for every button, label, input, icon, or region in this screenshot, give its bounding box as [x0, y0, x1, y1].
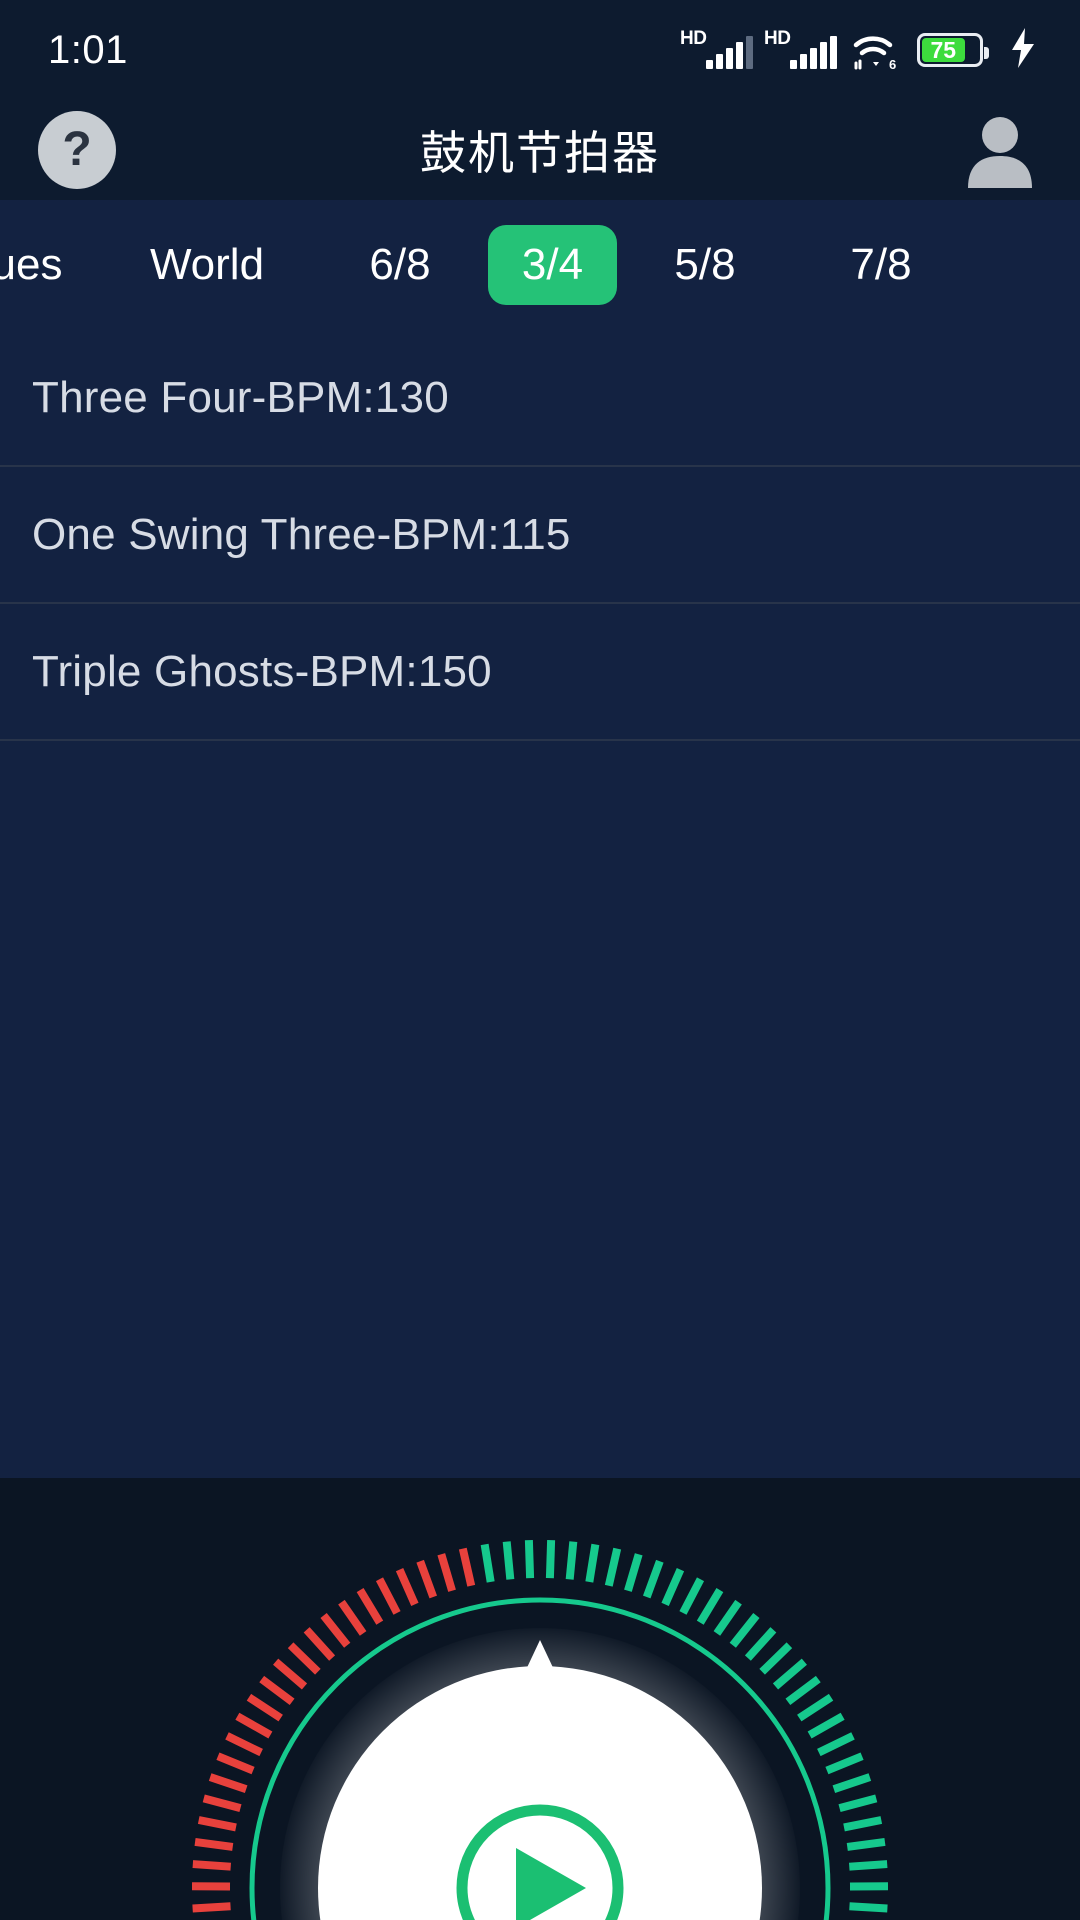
metronome-dial-panel — [0, 1478, 1080, 1920]
dial-tick — [235, 1712, 273, 1739]
dial-tick — [273, 1658, 308, 1690]
dial-tick — [194, 1837, 234, 1851]
tab-ues[interactable]: ues — [0, 225, 102, 305]
wifi-6-icon: 6 — [852, 28, 900, 72]
dial-tick — [246, 1693, 283, 1722]
dial-tick — [838, 1794, 878, 1812]
dial-tick — [287, 1642, 321, 1675]
dial-tick — [480, 1543, 495, 1583]
dial-tick — [696, 1588, 724, 1625]
dial-tick — [849, 1902, 888, 1913]
dial-tick — [545, 1540, 556, 1579]
dial-tick — [585, 1543, 600, 1583]
dial-tick — [197, 1816, 237, 1832]
list-item[interactable]: Triple Ghosts-BPM:150 — [0, 604, 1080, 741]
dial-tick — [642, 1559, 664, 1599]
dial-tick — [320, 1612, 351, 1648]
dial-tick — [832, 1773, 872, 1793]
dial-tick — [817, 1732, 855, 1757]
signal-hd-1-icon: HD — [680, 27, 753, 73]
battery-icon: 75 — [917, 33, 989, 67]
tab-label: World — [149, 240, 265, 289]
tab-world[interactable]: World — [102, 225, 312, 305]
dial-tick — [604, 1547, 622, 1587]
charging-bolt-icon — [1010, 27, 1036, 73]
dial-tick — [565, 1541, 578, 1580]
wifi-generation-label: 6 — [889, 57, 896, 72]
tab-label: 5/8 — [674, 240, 736, 289]
tab-7-8[interactable]: 7/8 — [793, 225, 969, 305]
list-item[interactable]: One Swing Three-BPM:115 — [0, 467, 1080, 604]
tab-3-4[interactable]: 3/4 — [488, 225, 617, 305]
status-bar: 1:01 HD HD 6 75 — [0, 0, 1080, 100]
hd-label-1: HD — [680, 28, 707, 49]
list-item[interactable]: Three Four-BPM:130 — [0, 330, 1080, 467]
dial-tick — [624, 1553, 643, 1592]
dial-tick — [303, 1627, 336, 1661]
battery-level-label: 75 — [930, 36, 957, 63]
dial-tick — [192, 1860, 232, 1871]
dial-tick — [713, 1599, 742, 1636]
dial-tick — [785, 1675, 821, 1706]
dial-tick — [356, 1588, 384, 1625]
dial-tick — [192, 1902, 231, 1913]
tab-label: 6/8 — [369, 240, 431, 289]
dial-tick — [848, 1860, 888, 1871]
preset-label: Three Four-BPM:130 — [32, 372, 449, 422]
signal-hd-2-icon: HD — [764, 27, 837, 73]
time-signature-tab-strip[interactable]: ues World 6/8 3/4 5/8 7/8 — [0, 200, 1080, 330]
signal-bars-1 — [706, 36, 753, 69]
dial-tick — [729, 1612, 760, 1648]
dial-tick — [661, 1567, 685, 1606]
dial-tick — [759, 1642, 793, 1675]
dial-tick — [679, 1577, 705, 1615]
dial-tick — [744, 1627, 777, 1661]
dial-tick — [202, 1794, 242, 1812]
dial-tick — [502, 1541, 515, 1580]
signal-bars-2 — [790, 36, 837, 69]
dial-tick — [395, 1567, 419, 1606]
help-question-mark: ? — [62, 123, 92, 176]
status-time: 1:01 — [48, 28, 128, 72]
tab-6-8[interactable]: 6/8 — [312, 225, 488, 305]
dial-tick — [797, 1693, 834, 1722]
preset-label: Triple Ghosts-BPM:150 — [32, 646, 492, 696]
dial-tick — [225, 1732, 263, 1757]
person-avatar-icon[interactable] — [962, 112, 1038, 188]
dial-tick — [375, 1577, 401, 1615]
dial-tick — [825, 1752, 864, 1775]
dial-tick — [338, 1599, 367, 1636]
dial-tick — [772, 1658, 807, 1690]
status-icons-group: HD HD 6 75 — [680, 27, 1036, 73]
tab-5-8[interactable]: 5/8 — [617, 225, 793, 305]
dial-tick — [259, 1675, 295, 1706]
page-title: 鼓机节拍器 — [420, 127, 660, 179]
dial-tick — [524, 1540, 535, 1579]
preset-list: Three Four-BPM:130 One Swing Three-BPM:1… — [0, 330, 1080, 1478]
tab-list: ues World 6/8 3/4 5/8 7/8 — [0, 200, 1080, 330]
dial-tick — [846, 1837, 886, 1851]
dial-tick — [807, 1712, 845, 1739]
dial-tick — [416, 1559, 438, 1599]
tab-label: ues — [0, 240, 63, 289]
preset-label: One Swing Three-BPM:115 — [32, 509, 571, 559]
help-circle-icon[interactable]: ? — [38, 111, 116, 189]
hd-label-2: HD — [764, 28, 791, 49]
app-bar: ? 鼓机节拍器 — [0, 100, 1080, 200]
tab-label: 3/4 — [521, 240, 584, 289]
dial-tick — [843, 1816, 883, 1832]
dial-tick — [208, 1773, 248, 1793]
tab-label: 7/8 — [850, 240, 912, 289]
dial-tick — [458, 1547, 476, 1587]
dial-tick — [437, 1553, 456, 1592]
tempo-dial[interactable] — [0, 1478, 1080, 1920]
dial-tick — [216, 1752, 255, 1775]
